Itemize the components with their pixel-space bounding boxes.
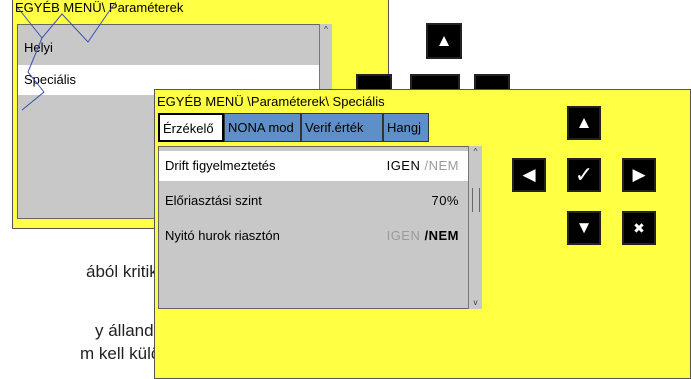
option-separator: / [420,158,429,173]
cancel-icon: ✖ [633,219,645,236]
setting-row-elorasztasi[interactable]: Előriasztási szint 70% [159,186,481,216]
front-panel-scrollbar[interactable]: ^ v [468,146,482,309]
setting-value: 70% [431,193,459,208]
down-arrow-icon: ▼ [575,218,593,237]
right-button[interactable]: ▶ [622,158,656,192]
back-up-button[interactable]: ▲ [426,23,462,59]
tab-label: Verif.érték [305,120,364,135]
setting-value: IGEN /NEM [387,221,459,251]
cancel-button[interactable]: ✖ [622,211,656,245]
setting-row-nyito-hurok[interactable]: Nyitó hurok riasztón IGEN /NEM [159,221,481,251]
background-text-2: y állandó [95,321,164,340]
setting-value: IGEN /NEM [387,151,459,181]
option-separator: / [420,228,429,243]
down-button[interactable]: ▼ [567,211,601,245]
scroll-down-arrow[interactable]: v [469,299,482,307]
front-panel: EGYÉB MENÜ \Paraméterek\ Speciális Érzék… [154,89,691,379]
up-arrow-icon: ▲ [575,113,593,132]
setting-label: Előriasztási szint [165,193,262,208]
scroll-up-arrow[interactable]: ^ [469,148,482,156]
tab-label: Hangj [387,120,421,135]
option-no[interactable]: NEM [429,158,459,173]
tab-erzekelo[interactable]: Érzékelő [158,113,224,142]
setting-label: Drift figyelmeztetés [165,158,276,173]
front-panel-list: Drift figyelmeztetés IGEN /NEM Előriaszt… [158,146,482,309]
tab-nona-mod[interactable]: NONA mod [224,113,301,142]
option-yes[interactable]: IGEN [387,228,421,243]
tab-verif-ertek[interactable]: Verif.érték [301,113,383,142]
up-button[interactable]: ▲ [567,106,601,140]
setting-row-drift[interactable]: Drift figyelmeztetés IGEN /NEM [159,151,481,181]
left-arrow-icon: ◀ [522,165,536,184]
up-arrow-icon: ▲ [435,31,453,50]
left-button[interactable]: ◀ [512,158,546,192]
option-yes[interactable]: IGEN [387,158,421,173]
right-arrow-icon: ▶ [632,165,646,184]
scroll-up-arrow[interactable]: ^ [320,26,332,34]
option-no[interactable]: NEM [429,228,459,243]
tab-hangj[interactable]: Hangj [383,113,429,142]
tab-label: Érzékelő [163,121,214,136]
setting-label: Nyitó hurok riasztón [165,228,280,243]
ok-button[interactable]: ✓ [567,158,601,192]
scroll-thumb-grip[interactable] [472,188,480,212]
annotation-lines [17,1,117,111]
front-panel-title: EGYÉB MENÜ \Paraméterek\ Speciális [157,94,385,109]
checkmark-icon: ✓ [574,162,594,187]
tab-label: NONA mod [228,120,294,135]
